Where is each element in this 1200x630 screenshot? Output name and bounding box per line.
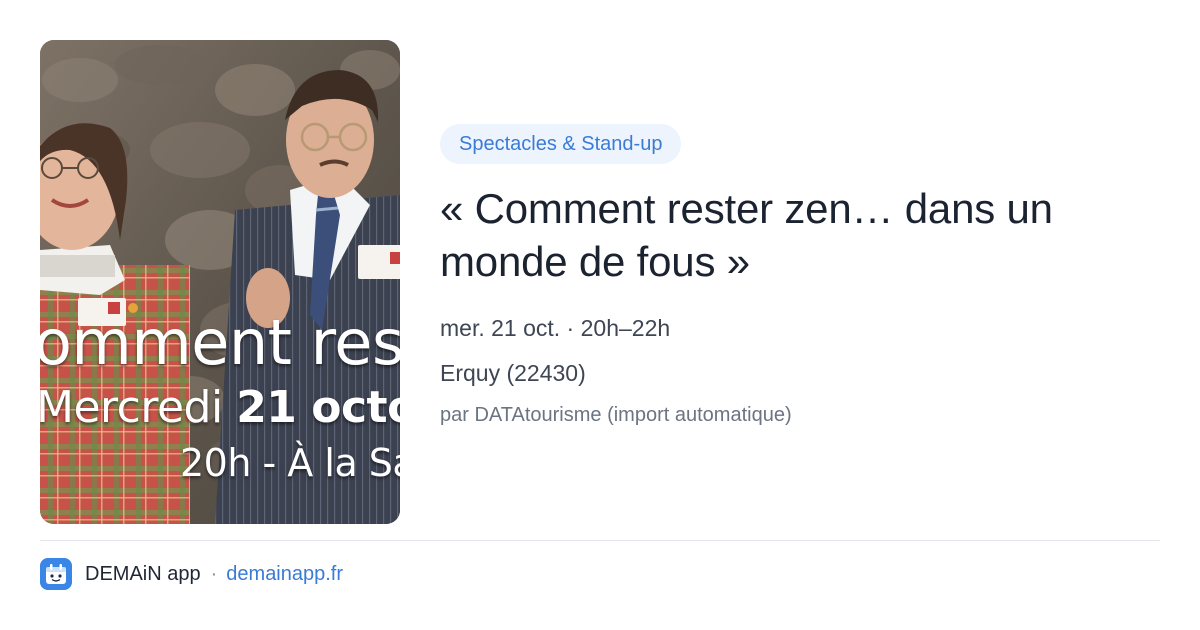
footer-divider [40, 540, 1160, 541]
event-source: par DATAtourisme (import automatique) [440, 404, 792, 426]
app-name: DEMAiN app [85, 562, 201, 585]
category-badge[interactable]: Spectacles & Stand-up [440, 124, 682, 164]
domain-link[interactable]: demainapp.fr [226, 563, 343, 586]
demain-app-logo-icon[interactable] [40, 558, 72, 590]
poster-photo [40, 40, 400, 524]
event-location: Erquy (22430) [440, 360, 586, 386]
footer: DEMAiN app · demainapp.fr [40, 558, 343, 590]
event-title[interactable]: « Comment rester zen… dans un monde de f… [440, 182, 1160, 288]
event-poster-image[interactable]: omment reste Mercredi 21 octo 20h - À la… [40, 40, 400, 524]
share-card: omment reste Mercredi 21 octo 20h - À la… [0, 0, 1200, 630]
footer-separator: · [210, 562, 218, 585]
event-date-time: mer. 21 oct. · 20h–22h [440, 315, 671, 341]
